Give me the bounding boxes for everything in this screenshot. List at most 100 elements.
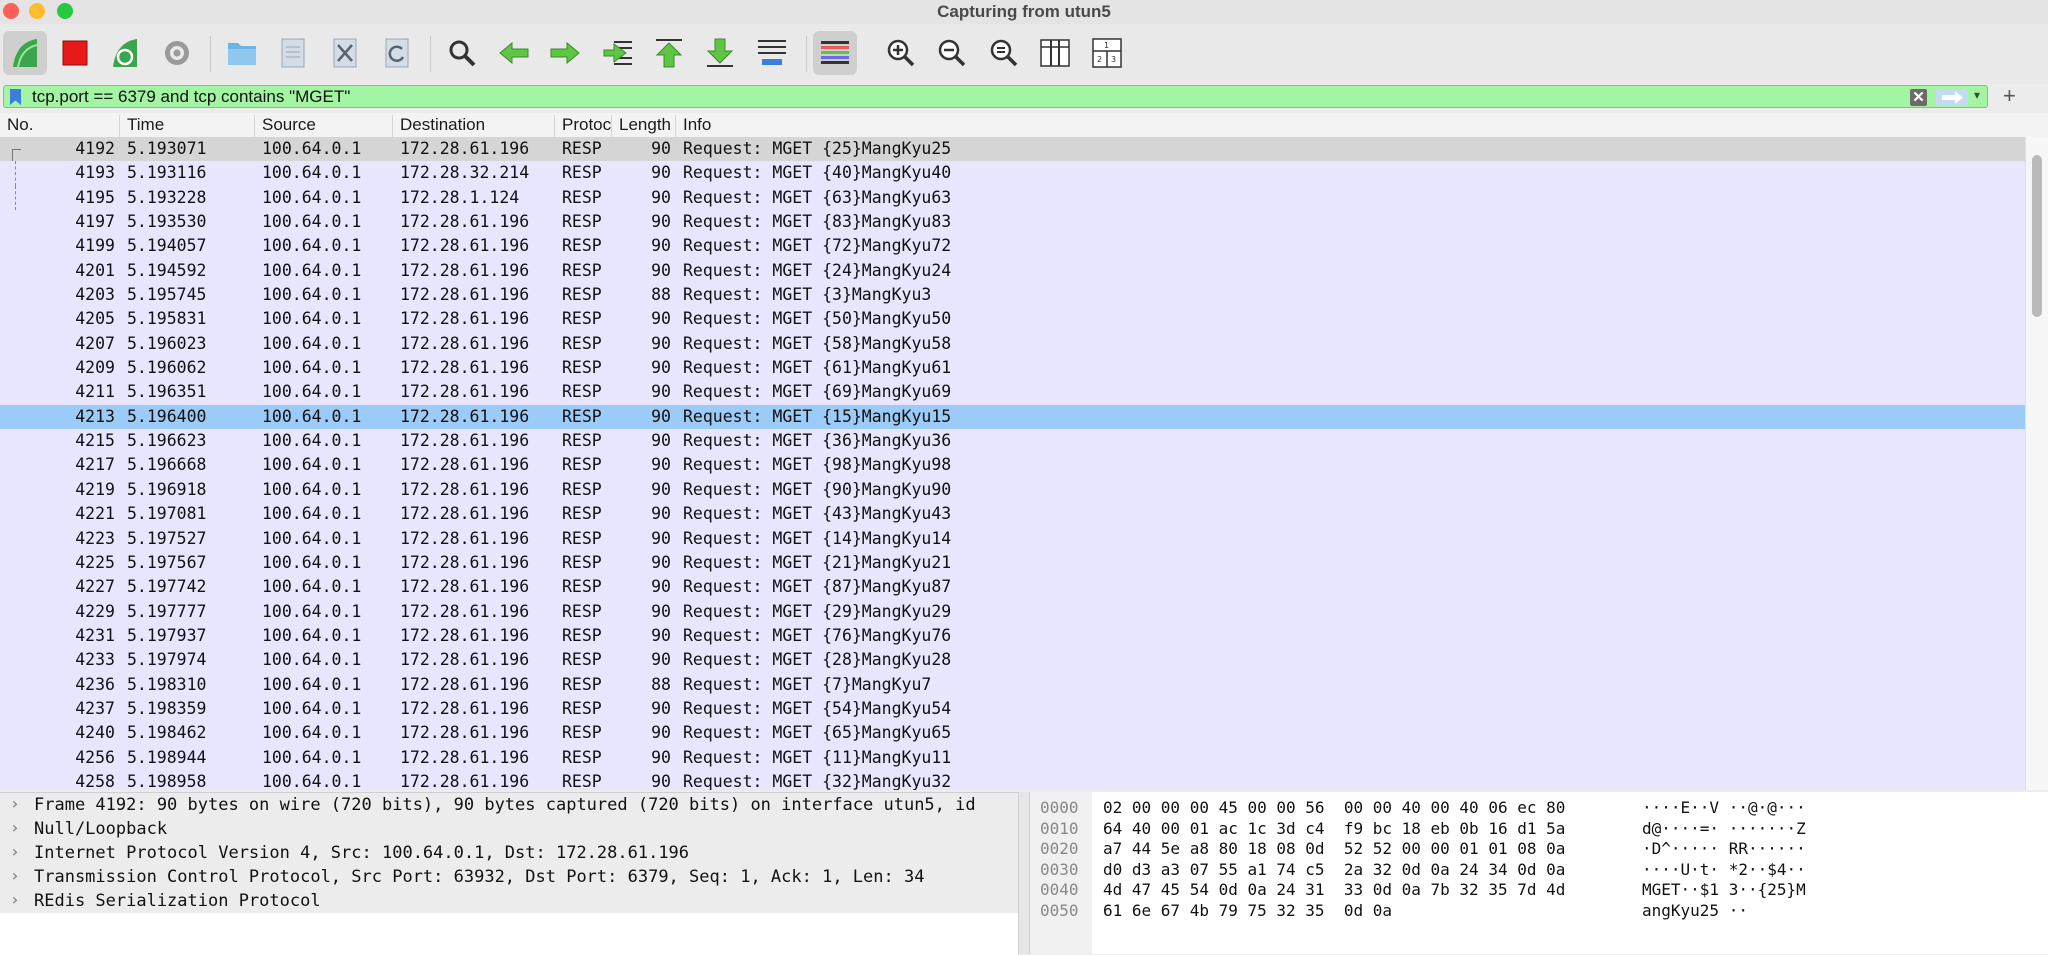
start-capture-button[interactable] (3, 31, 47, 75)
column-header-destination[interactable]: Destination (393, 115, 555, 137)
bookmark-icon[interactable] (10, 89, 21, 105)
detail-tree-label: REdis Serialization Protocol (34, 891, 321, 911)
chevron-right-icon[interactable]: › (10, 890, 20, 909)
capture-options-button[interactable] (155, 31, 199, 75)
first-packet-button[interactable] (647, 31, 691, 75)
clear-filter-button[interactable]: ✕ (1910, 89, 1927, 106)
column-header-source[interactable]: Source (255, 115, 393, 137)
last-packet-button[interactable] (698, 31, 742, 75)
display-filter-text[interactable]: tcp.port == 6379 and tcp contains "MGET" (32, 87, 350, 107)
cell-source: 100.64.0.1 (262, 723, 362, 743)
cell-info: Request: MGET {36}MangKyu36 (683, 431, 952, 451)
layout-button[interactable]: 123 (1085, 31, 1129, 75)
table-row[interactable]: 4231 5.197937 100.64.0.1 172.28.61.196 RESP 9… (0, 623, 2026, 649)
resize-columns-button[interactable] (1033, 31, 1077, 75)
table-row[interactable]: 4201 5.194592 100.64.0.1 172.28.61.196 RESP 9… (0, 258, 2026, 284)
close-file-button[interactable] (323, 31, 367, 75)
table-row[interactable]: 4233 5.197974 100.64.0.1 172.28.61.196 RESP 9… (0, 648, 2026, 673)
table-row[interactable]: 4237 5.198359 100.64.0.1 172.28.61.196 RESP 9… (0, 696, 2026, 722)
chevron-right-icon[interactable]: › (10, 794, 20, 813)
table-row[interactable]: 4225 5.197567 100.64.0.1 172.28.61.196 RESP 9… (0, 550, 2026, 576)
hex-row[interactable]: 0020 a7 44 5e a8 80 18 08 0d 52 52 00 00 … (1030, 839, 2048, 859)
table-row[interactable]: 4213 5.196400 100.64.0.1 172.28.61.196 RESP 9… (0, 404, 2026, 430)
chevron-right-icon[interactable]: › (10, 842, 20, 861)
cell-protocol: RESP (562, 723, 602, 743)
cell-no: 4209 (75, 358, 115, 378)
table-row[interactable]: 4215 5.196623 100.64.0.1 172.28.61.196 RESP 9… (0, 429, 2026, 454)
table-row[interactable]: 4193 5.193116 100.64.0.1 172.28.32.214 RESP 9… (0, 161, 2026, 186)
add-filter-button[interactable]: + (2003, 83, 2016, 109)
hex-row[interactable]: 0050 61 6e 67 4b 79 75 32 35 0d 0a angKyu2… (1030, 901, 2048, 921)
pane-splitter[interactable] (1018, 792, 1030, 954)
hex-row[interactable]: 0040 4d 47 45 54 0d 0a 24 31 33 0d 0a 7b … (1030, 880, 2048, 900)
reload-file-button[interactable] (375, 31, 419, 75)
colorize-button[interactable] (813, 31, 857, 75)
detail-tree-item[interactable]: › Null/Loopback (0, 817, 1018, 841)
display-filter-input[interactable]: tcp.port == 6379 and tcp contains "MGET"… (3, 85, 1988, 108)
column-header-time[interactable]: Time (120, 115, 255, 137)
table-row[interactable]: 4217 5.196668 100.64.0.1 172.28.61.196 RESP 9… (0, 453, 2026, 478)
cell-time: 5.196400 (127, 406, 207, 426)
column-header-no[interactable]: No. (0, 115, 120, 137)
table-row[interactable]: 4240 5.198462 100.64.0.1 172.28.61.196 RESP 9… (0, 721, 2026, 746)
table-row[interactable]: 4197 5.193530 100.64.0.1 172.28.61.196 RESP 9… (0, 210, 2026, 235)
table-row[interactable]: 4227 5.197742 100.64.0.1 172.28.61.196 RESP 9… (0, 575, 2026, 600)
go-back-button[interactable] (492, 31, 536, 75)
table-row[interactable]: 4203 5.195745 100.64.0.1 172.28.61.196 RESP 8… (0, 283, 2026, 308)
detail-tree-item[interactable]: › Frame 4192: 90 bytes on wire (720 bits)… (0, 793, 1018, 817)
cell-protocol: RESP (562, 236, 602, 256)
go-forward-button[interactable] (543, 31, 587, 75)
detail-tree-item[interactable]: › Internet Protocol Version 4, Src: 100.6… (0, 841, 1018, 865)
table-row[interactable]: 4209 5.196062 100.64.0.1 172.28.61.196 RESP 9… (0, 356, 2026, 381)
table-row[interactable]: 4236 5.198310 100.64.0.1 172.28.61.196 RESP 8… (0, 672, 2026, 697)
table-row[interactable]: 4199 5.194057 100.64.0.1 172.28.61.196 RESP 9… (0, 234, 2026, 259)
apply-filter-button[interactable] (1936, 89, 1968, 106)
table-row[interactable]: 4207 5.196023 100.64.0.1 172.28.61.196 RESP 9… (0, 331, 2026, 357)
zoom-in-button[interactable] (879, 31, 923, 75)
table-row[interactable]: 4219 5.196918 100.64.0.1 172.28.61.196 RESP 9… (0, 477, 2026, 503)
filter-history-dropdown[interactable]: ▾ (1974, 88, 1980, 102)
autoscroll-button[interactable] (750, 31, 794, 75)
table-row[interactable]: 4221 5.197081 100.64.0.1 172.28.61.196 RESP 9… (0, 502, 2026, 527)
table-row[interactable]: 4205 5.195831 100.64.0.1 172.28.61.196 RESP 9… (0, 307, 2026, 332)
restart-capture-button[interactable] (103, 31, 147, 75)
detail-tree-item[interactable]: › Transmission Control Protocol, Src Port… (0, 865, 1018, 889)
detail-tree-item[interactable]: › REdis Serialization Protocol (0, 889, 1018, 913)
hex-row[interactable]: 0010 64 40 00 01 ac 1c 3d c4 f9 bc 18 eb … (1030, 819, 2048, 839)
go-to-packet-button[interactable] (595, 31, 639, 75)
zoom-out-button[interactable] (930, 31, 974, 75)
chevron-right-icon[interactable]: › (10, 866, 20, 885)
save-file-button[interactable] (271, 31, 315, 75)
packet-list-scrollbar[interactable] (2025, 137, 2048, 790)
table-row[interactable]: 4223 5.197527 100.64.0.1 172.28.61.196 RESP 9… (0, 526, 2026, 551)
find-packet-button[interactable] (440, 31, 484, 75)
table-row[interactable]: 4258 5.198958 100.64.0.1 172.28.61.196 RESP 9… (0, 769, 2026, 790)
table-row[interactable]: 4195 5.193228 100.64.0.1 172.28.1.124 RESP 90… (0, 185, 2026, 211)
hex-row[interactable]: 0000 02 00 00 00 45 00 00 56 00 00 40 00 … (1030, 798, 2048, 818)
cell-time: 5.196668 (127, 455, 207, 475)
table-row[interactable]: 4192 5.193071 100.64.0.1 172.28.61.196 RESP 9… (0, 137, 2026, 162)
cell-protocol: RESP (562, 333, 602, 353)
hex-ascii: ····E··V ··@·@··· (1642, 798, 1806, 817)
stop-capture-button[interactable] (53, 31, 97, 75)
cell-time: 5.197742 (127, 577, 207, 597)
capture-options-icon (165, 41, 189, 65)
chevron-right-icon[interactable]: › (10, 818, 20, 837)
open-file-button[interactable] (220, 31, 264, 75)
table-row[interactable]: 4211 5.196351 100.64.0.1 172.28.61.196 RESP 9… (0, 380, 2026, 405)
table-row[interactable]: 4256 5.198944 100.64.0.1 172.28.61.196 RESP 9… (0, 745, 2026, 770)
cell-time: 5.197777 (127, 601, 207, 621)
column-header-length[interactable]: Length (612, 115, 676, 137)
cell-destination: 172.28.61.196 (400, 455, 530, 475)
column-header-info[interactable]: Info (676, 115, 2026, 137)
cell-time: 5.198462 (127, 723, 207, 743)
column-header-protocol[interactable]: Protocol (555, 115, 612, 137)
last-packet-icon (706, 38, 734, 67)
scrollbar-thumb[interactable] (2032, 155, 2042, 317)
cell-destination: 172.28.61.196 (400, 674, 530, 694)
table-row[interactable]: 4229 5.197777 100.64.0.1 172.28.61.196 RESP 9… (0, 599, 2026, 624)
cell-no: 4213 (75, 406, 115, 426)
cell-source: 100.64.0.1 (262, 771, 362, 790)
hex-row[interactable]: 0030 d0 d3 a3 07 55 a1 74 c5 2a 32 0d 0a … (1030, 860, 2048, 880)
zoom-normal-button[interactable] (982, 31, 1026, 75)
